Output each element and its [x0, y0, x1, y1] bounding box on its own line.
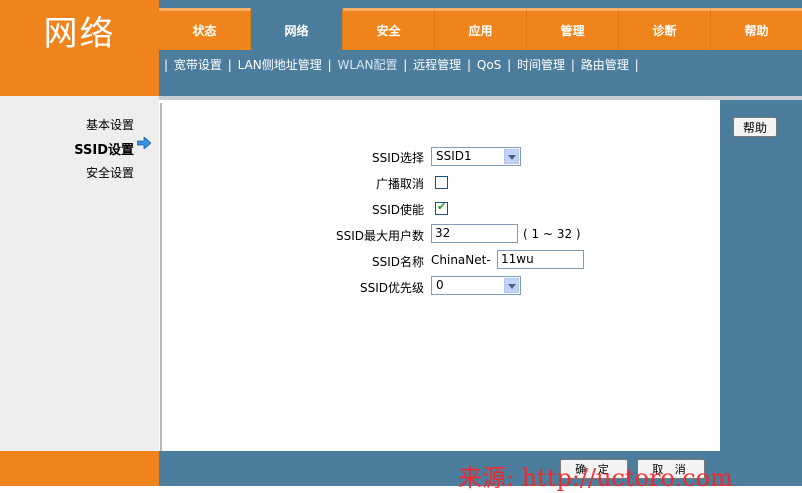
- sidebar: 基本设置 SSID设置 安全设置: [0, 96, 159, 451]
- max-users-label: SSID最大用户数: [335, 229, 424, 243]
- right-panel: [720, 100, 802, 451]
- ssid-priority-label: SSID优先级: [359, 281, 424, 295]
- ssid-name-label: SSID名称: [371, 255, 424, 269]
- help-button[interactable]: 帮助: [733, 117, 777, 137]
- chevron-down-icon: [504, 149, 519, 164]
- ssid-enable-label: SSID使能: [371, 203, 424, 217]
- subnav-wlan[interactable]: WLAN配置: [337, 58, 397, 72]
- sidebar-item-ssid[interactable]: SSID设置: [0, 139, 134, 158]
- ssid-select-label: SSID选择: [371, 151, 424, 165]
- broadcast-cancel-label: 广播取消: [375, 177, 424, 191]
- chevron-down-icon: [504, 278, 519, 293]
- subnav-lan-address[interactable]: LAN侧地址管理: [238, 58, 322, 72]
- sidebar-item-security[interactable]: 安全设置: [0, 164, 134, 181]
- arrow-right-icon: [137, 137, 151, 149]
- broadcast-cancel-checkbox[interactable]: [435, 176, 448, 189]
- ssid-name-prefix: ChinaNet-: [431, 253, 491, 267]
- ssid-enable-checkbox[interactable]: [435, 200, 448, 215]
- watermark: 来源: http://uctoro.com: [458, 464, 733, 492]
- sidebar-item-basic[interactable]: 基本设置: [0, 116, 134, 133]
- subnav-remote[interactable]: 远程管理: [413, 58, 461, 72]
- tab-security[interactable]: 安全: [343, 8, 435, 50]
- main-tabs: 状态 网络 安全 应用 管理 诊断 帮助: [159, 8, 802, 50]
- tab-status[interactable]: 状态: [159, 8, 251, 50]
- max-users-hint: ( 1 ~ 32 ): [523, 227, 581, 241]
- tab-help[interactable]: 帮助: [711, 8, 802, 50]
- sub-navigation: | 宽带设置 | LAN侧地址管理 | WLAN配置 | 远程管理 | QoS …: [164, 58, 639, 72]
- header-divider: [159, 96, 802, 100]
- footer-left: [0, 451, 159, 486]
- subnav-time[interactable]: 时间管理: [517, 58, 565, 72]
- tab-management[interactable]: 管理: [527, 8, 619, 50]
- section-title: 网络: [43, 14, 116, 54]
- tab-network[interactable]: 网络: [251, 8, 343, 50]
- max-users-input[interactable]: 32: [431, 224, 518, 243]
- subnav-qos[interactable]: QoS: [477, 58, 501, 72]
- subnav-routing[interactable]: 路由管理: [581, 58, 629, 72]
- subnav-broadband[interactable]: 宽带设置: [174, 58, 222, 72]
- ssid-priority-select[interactable]: 0: [431, 276, 521, 295]
- ssid-name-input[interactable]: 11wu: [497, 250, 584, 269]
- tab-application[interactable]: 应用: [435, 8, 527, 50]
- ssid-select[interactable]: SSID1: [431, 147, 521, 166]
- tab-diagnostics[interactable]: 诊断: [619, 8, 711, 50]
